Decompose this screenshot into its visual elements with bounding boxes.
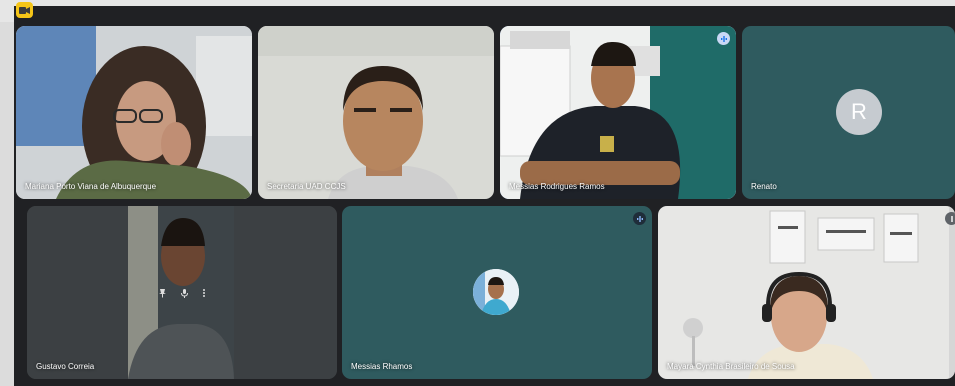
participant-video	[658, 206, 955, 379]
participant-video	[500, 26, 736, 199]
participant-name: Messias Rhamos	[351, 362, 413, 371]
meet-app-icon[interactable]	[16, 2, 33, 18]
participant-tile-secretaria[interactable]: Secretaria UAD CCJS	[258, 26, 494, 199]
participant-name: Secretaria UAD CCJS	[267, 182, 346, 191]
participant-avatar	[473, 269, 519, 315]
participant-tile-mariana[interactable]: Mariana Porto Viana de Albuquerque	[16, 26, 252, 199]
participant-avatar: R	[836, 89, 882, 135]
participant-name: Mayara Cynthia Brasileiro de Sousa	[667, 362, 795, 371]
participant-video	[258, 26, 494, 199]
participant-name: Renato	[751, 182, 777, 191]
speaking-indicator-icon	[945, 212, 955, 225]
participant-tile-mayara[interactable]: Mayara Cynthia Brasileiro de Sousa	[658, 206, 955, 379]
participant-video	[16, 26, 252, 199]
participant-tile-messias-rhamos[interactable]: Messias Rhamos	[342, 206, 652, 379]
pin-icon[interactable]	[158, 285, 167, 303]
speaking-indicator-icon	[633, 212, 646, 225]
more-options-icon[interactable]	[202, 285, 206, 303]
participant-tile-renato[interactable]: R Renato	[742, 26, 955, 199]
participant-name: Gustavo Correia	[36, 362, 95, 371]
participant-tile-gustavo[interactable]: Gustavo Correia	[27, 206, 337, 379]
participant-name: Messias Rodrigues Ramos	[509, 182, 605, 191]
speaking-indicator-icon	[717, 32, 730, 45]
tile-hover-actions	[152, 286, 212, 302]
mute-icon[interactable]	[180, 285, 189, 303]
participant-name: Mariana Porto Viana de Albuquerque	[25, 182, 157, 191]
participant-tile-messias-rodrigues[interactable]: Messias Rodrigues Ramos	[500, 26, 736, 199]
